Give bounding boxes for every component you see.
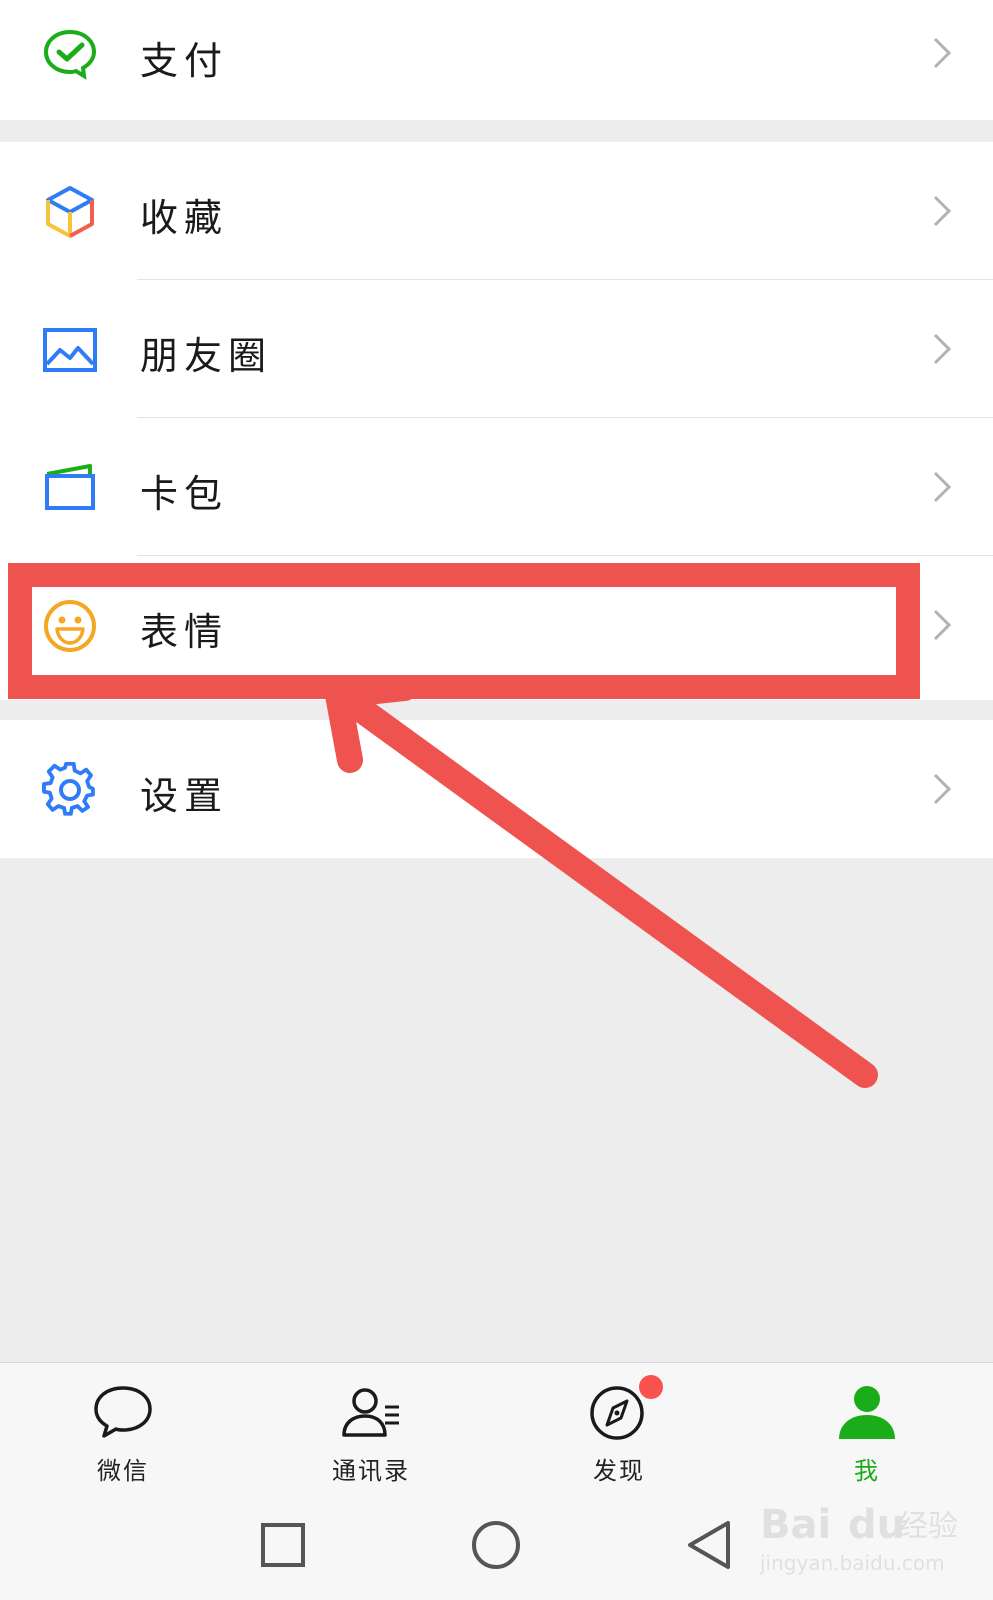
- chevron-right-icon: [933, 333, 952, 365]
- smiley-icon: [44, 600, 96, 652]
- menu-item-cards[interactable]: 卡包: [0, 418, 993, 556]
- tab-label-chats: 微信: [97, 1457, 149, 1485]
- wechat-pay-icon: [43, 29, 97, 80]
- tab-chats[interactable]: 微信: [43, 1363, 203, 1491]
- menu-item-stickers[interactable]: 表情: [0, 556, 993, 694]
- tab-contacts[interactable]: 通讯录: [291, 1363, 451, 1491]
- home-button[interactable]: [469, 1518, 523, 1572]
- chevron-right-icon: [933, 773, 952, 805]
- menu-label-settings: 设置: [140, 774, 229, 818]
- menu-label-cards: 卡包: [140, 472, 229, 516]
- tab-bar: 微信 通讯录 发现 我: [0, 1362, 993, 1491]
- tab-discover[interactable]: 发现: [539, 1363, 699, 1491]
- recent-apps-button[interactable]: [256, 1518, 310, 1572]
- watermark-brand2: du: [848, 1502, 905, 1548]
- menu-item-favorites[interactable]: 收藏: [0, 142, 993, 280]
- menu-item-pay[interactable]: 支付: [0, 0, 993, 120]
- wallet-icon: [45, 464, 95, 510]
- picture-icon: [43, 328, 97, 372]
- tab-me[interactable]: 我: [787, 1363, 947, 1491]
- chat-bubble-icon: [94, 1386, 152, 1438]
- notification-badge: [639, 1375, 663, 1399]
- tab-label-contacts: 通讯录: [332, 1457, 410, 1485]
- chevron-right-icon: [933, 37, 952, 69]
- menu-item-moments[interactable]: 朋友圈: [0, 280, 993, 418]
- contacts-icon: [342, 1388, 399, 1437]
- gear-icon: [42, 762, 95, 816]
- pay-group: 支付: [0, 0, 993, 120]
- menu-label-pay: 支付: [140, 39, 229, 83]
- back-button[interactable]: [682, 1518, 736, 1572]
- settings-group: 设置: [0, 720, 993, 858]
- chevron-right-icon: [933, 609, 952, 641]
- chevron-right-icon: [933, 195, 952, 227]
- chevron-right-icon: [933, 471, 952, 503]
- menu-label-favorites: 收藏: [140, 196, 229, 240]
- cube-icon: [46, 186, 94, 238]
- watermark-brand: Bai: [760, 1502, 831, 1548]
- tab-label-discover: 发现: [593, 1457, 645, 1485]
- watermark-tag: 经验: [898, 1509, 958, 1544]
- baidu-watermark: Bai du 经验 jingyan.baidu.com: [760, 1502, 958, 1575]
- watermark-url: jingyan.baidu.com: [760, 1551, 945, 1575]
- main-group: 收藏 朋友圈 卡包 表情: [0, 142, 993, 700]
- menu-label-moments: 朋友圈: [140, 334, 273, 378]
- menu-item-settings[interactable]: 设置: [0, 720, 993, 858]
- menu-label-stickers: 表情: [140, 610, 229, 654]
- tab-label-me: 我: [854, 1457, 880, 1485]
- person-icon: [839, 1386, 895, 1439]
